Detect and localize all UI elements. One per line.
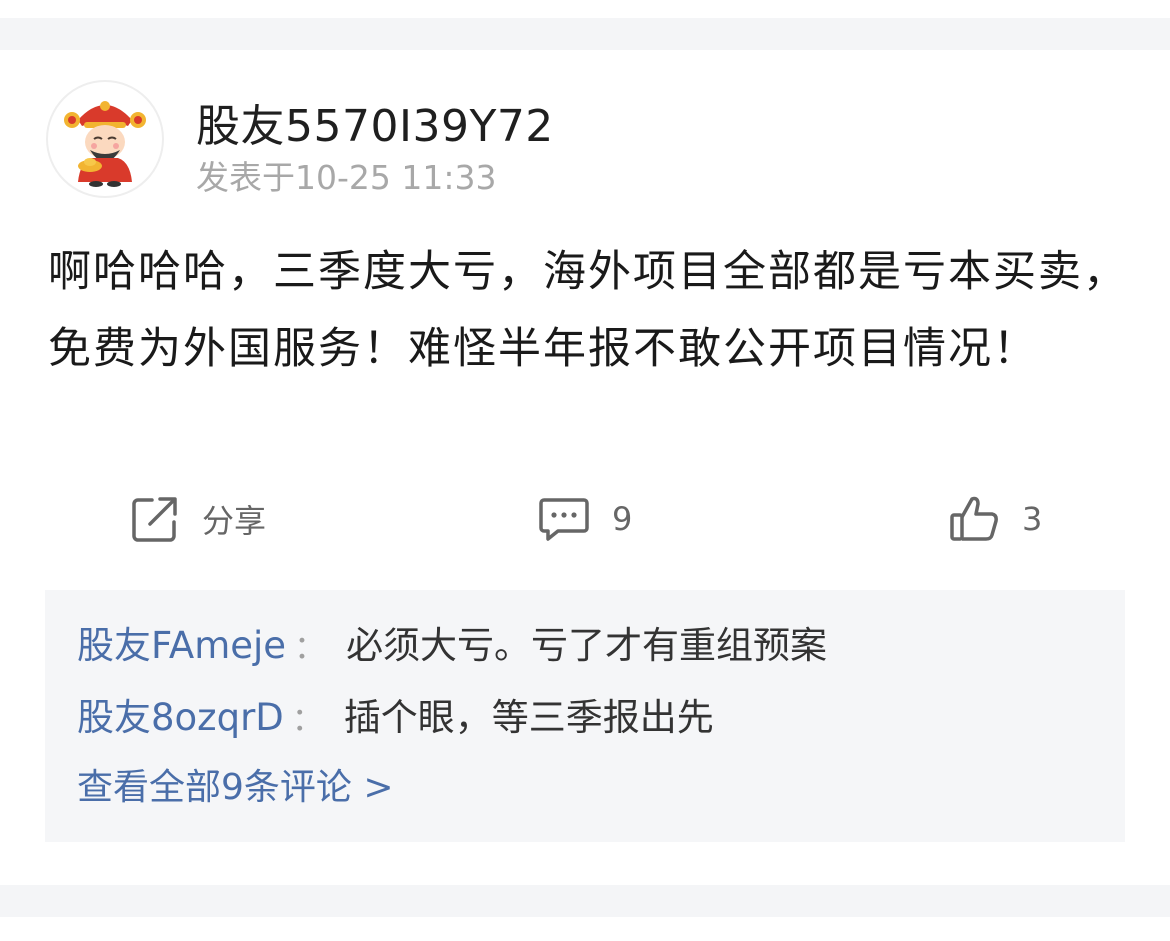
comment-separator: ： xyxy=(291,700,324,738)
comment-item[interactable]: 股友8ozqrD： 插个眼，等三季报出先 xyxy=(77,694,714,743)
post-timestamp: 发表于10-25 11:33 xyxy=(196,158,497,197)
username[interactable]: 股友5570I39Y72 xyxy=(196,90,554,154)
comment-button[interactable]: 9 xyxy=(538,486,632,552)
share-button[interactable]: 分享 xyxy=(130,486,266,552)
comment-count: 9 xyxy=(612,500,633,538)
comment-separator: ： xyxy=(294,628,327,666)
comment-author[interactable]: 股友FAmeje xyxy=(77,624,286,667)
post-body[interactable]: 啊哈哈哈，三季度大亏，海外项目全部都是亏本买卖，免费为外国服务！难怪半年报不敢公… xyxy=(48,234,1128,388)
comment-icon xyxy=(539,498,589,541)
share-label: 分享 xyxy=(202,502,267,540)
comment-text: 必须大亏。亏了才有重组预案 xyxy=(346,624,828,667)
top-divider-band xyxy=(0,18,1170,50)
comment-item[interactable]: 股友FAmeje： 必须大亏。亏了才有重组预案 xyxy=(77,622,827,671)
share-icon xyxy=(132,497,177,542)
like-button[interactable]: 3 xyxy=(948,486,1042,552)
comment-author[interactable]: 股友8ozqrD xyxy=(77,696,284,739)
thumbs-up-icon xyxy=(950,496,998,541)
comment-text: 插个眼，等三季报出先 xyxy=(343,696,714,739)
bottom-divider-band xyxy=(0,885,1170,917)
avatar[interactable] xyxy=(46,80,164,198)
view-all-comments-link[interactable]: 查看全部9条评论 > xyxy=(77,764,394,812)
comments-preview: 股友FAmeje：必须大亏。亏了才有重组预案 股友8ozqrD：插个眼，等三季报… xyxy=(45,590,1125,842)
like-count: 3 xyxy=(1022,500,1043,538)
bottom-spacer xyxy=(0,917,1170,941)
post-card: 股友5570I39Y72 发表于10-25 11:33 啊哈哈哈，三季度大亏，海… xyxy=(0,50,1170,885)
fortune-god-avatar-icon xyxy=(64,101,146,187)
